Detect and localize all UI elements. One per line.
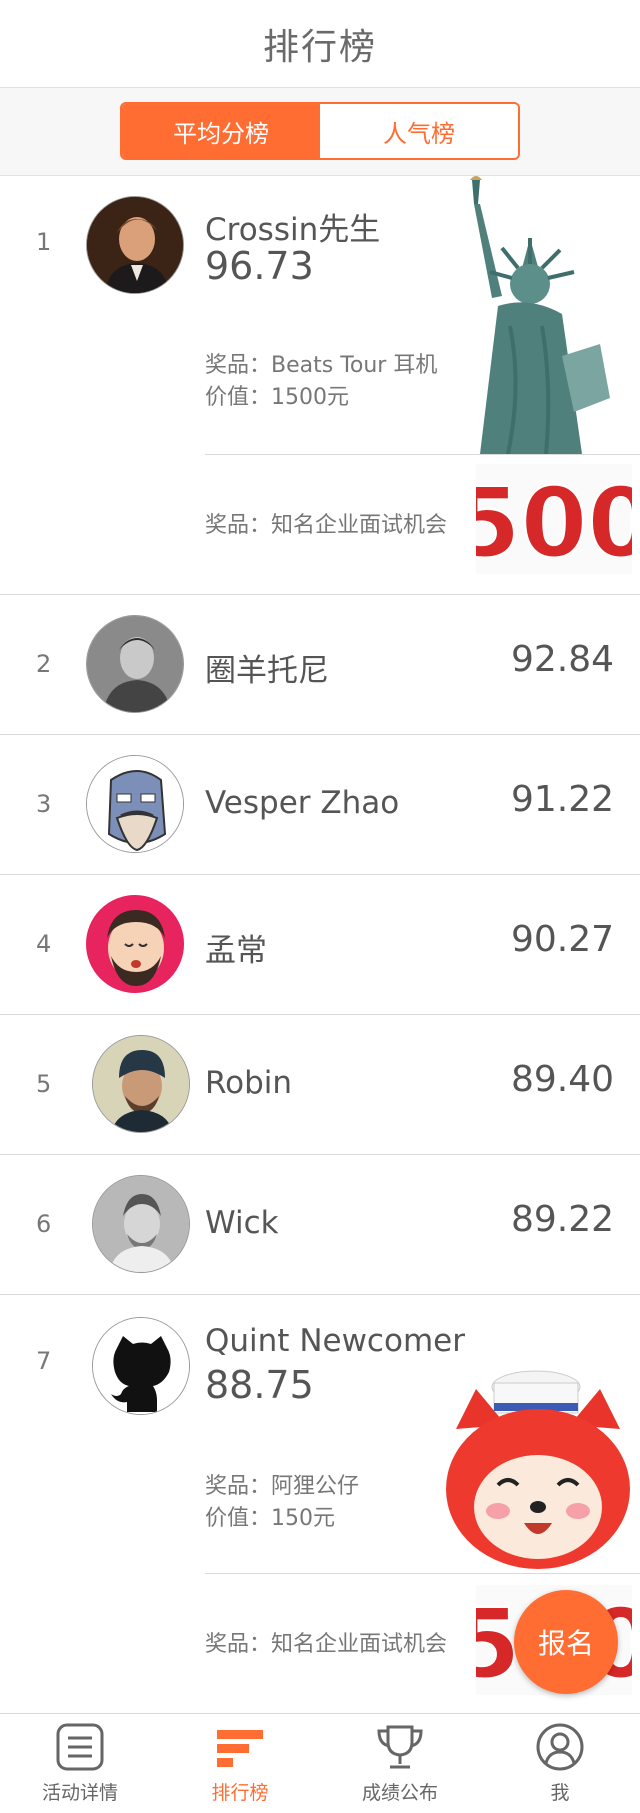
nav-label: 排行榜 bbox=[211, 1782, 269, 1804]
player-score: 89.22 bbox=[510, 1199, 614, 1240]
player-name: Crossin先生 bbox=[205, 212, 381, 248]
player-score: 91.22 bbox=[510, 779, 614, 820]
nav-label: 成绩公布 bbox=[361, 1782, 438, 1804]
tabs-bar: 平均分榜 人气榜 bbox=[0, 88, 640, 176]
avatar bbox=[86, 196, 184, 294]
prize-name: 奖品：Beats Tour 耳机 bbox=[205, 353, 438, 378]
divider bbox=[205, 1573, 640, 1574]
player-name: Quint Newcomer bbox=[205, 1323, 465, 1359]
ranking-row-2[interactable]: 2 圈羊托尼 92.84 bbox=[0, 595, 640, 735]
rank-number: 2 bbox=[36, 650, 52, 678]
bottom-nav: 活动详情 排行榜 成绩公布 我 bbox=[0, 1713, 640, 1813]
ranking-row-4[interactable]: 4 孟常 90.27 bbox=[0, 875, 640, 1015]
rank-number: 5 bbox=[36, 1070, 52, 1098]
ranking-row-1[interactable]: 1 Crossin先生 96.73 奖品：Beats Tour 耳机 价值：15… bbox=[0, 176, 640, 595]
nav-item-me[interactable]: 我 bbox=[480, 1714, 640, 1813]
rank-number: 1 bbox=[36, 228, 52, 256]
prize-interview: 奖品：知名企业面试机会 bbox=[205, 513, 448, 538]
nav-label: 我 bbox=[550, 1782, 570, 1804]
prize-500-text: 500 bbox=[476, 467, 632, 574]
player-score: 89.40 bbox=[510, 1059, 614, 1100]
prize-interview: 奖品：知名企业面试机会 bbox=[205, 1632, 448, 1657]
tab-average-score[interactable]: 平均分榜 bbox=[122, 104, 320, 158]
ranking-row-5[interactable]: 5 Robin 89.40 bbox=[0, 1015, 640, 1155]
avatar bbox=[92, 1035, 190, 1133]
player-name: Vesper Zhao bbox=[205, 785, 400, 821]
rank-number: 6 bbox=[36, 1210, 52, 1238]
rank-number: 7 bbox=[36, 1347, 52, 1375]
avatar bbox=[92, 1317, 190, 1415]
divider bbox=[205, 454, 640, 455]
nav-label: 活动详情 bbox=[41, 1782, 118, 1804]
prize-value: 价值：1500元 bbox=[205, 385, 349, 410]
player-score: 92.84 bbox=[510, 639, 614, 680]
statue-of-liberty-image bbox=[470, 176, 610, 454]
ali-fox-plush-image bbox=[446, 1370, 630, 1569]
player-name: 孟常 bbox=[205, 933, 267, 969]
player-name: Robin bbox=[205, 1065, 293, 1101]
avatar bbox=[92, 1175, 190, 1273]
rank-number: 3 bbox=[36, 790, 52, 818]
avatar bbox=[86, 615, 184, 713]
ranking-icon bbox=[217, 1730, 263, 1767]
player-name: Wick bbox=[205, 1205, 279, 1241]
nav-item-ranking[interactable]: 排行榜 bbox=[160, 1714, 320, 1813]
avatar bbox=[86, 895, 184, 993]
avatar bbox=[86, 755, 184, 853]
nav-item-activity-details[interactable]: 活动详情 bbox=[0, 1714, 160, 1813]
github-octocat-icon bbox=[93, 1318, 189, 1414]
user-icon bbox=[536, 1723, 584, 1771]
player-score: 88.75 bbox=[205, 1363, 314, 1407]
player-name: 圈羊托尼 bbox=[205, 653, 329, 689]
player-score: 96.73 bbox=[205, 244, 314, 288]
ranking-row-6[interactable]: 6 Wick 89.22 bbox=[0, 1155, 640, 1295]
segmented-control: 平均分榜 人气榜 bbox=[120, 102, 520, 160]
rank-number: 4 bbox=[36, 930, 52, 958]
prize-value: 价值：150元 bbox=[205, 1506, 335, 1531]
ranking-row-3[interactable]: 3 Vesper Zhao 91.22 bbox=[0, 735, 640, 875]
signup-button[interactable]: 报名 bbox=[514, 1590, 618, 1694]
list-icon bbox=[56, 1723, 104, 1771]
page-title: 排行榜 bbox=[262, 26, 377, 68]
trophy-icon bbox=[377, 1725, 423, 1769]
player-score: 90.27 bbox=[510, 919, 614, 960]
app-header: 排行榜 bbox=[0, 0, 640, 88]
nav-item-results[interactable]: 成绩公布 bbox=[320, 1714, 480, 1813]
prize-name: 奖品：阿狸公仔 bbox=[205, 1474, 360, 1499]
tab-popularity[interactable]: 人气榜 bbox=[320, 104, 518, 158]
prize-500-image: 500 bbox=[476, 464, 632, 574]
